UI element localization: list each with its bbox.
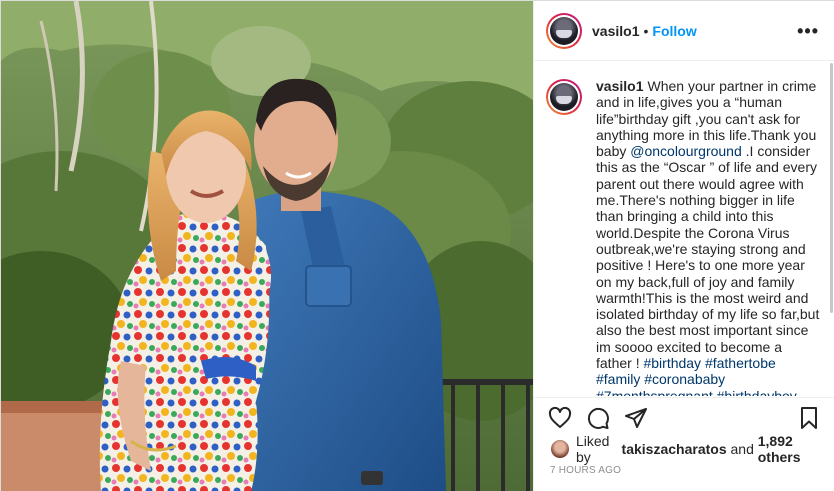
separator-dot: • [643,22,649,39]
avatar-image [550,83,578,111]
post-header: vasilo1 • Follow ••• [534,1,834,61]
comment-icon[interactable] [586,406,610,430]
likes-row: Liked by takiszacharatos and 1,892 other… [550,433,823,465]
caption-body-part2: .I consider this as the “Oscar ” of life… [596,143,820,372]
caption-text: vasilo1 When your partner in crime and in… [596,78,821,396]
author-avatar[interactable] [546,12,582,49]
more-horizontal-icon[interactable]: ••• [797,22,819,40]
mention-link[interactable]: @oncolourground [630,143,742,159]
caption-scrollbar[interactable] [830,63,833,313]
caption-username[interactable]: vasilo1 [596,78,643,94]
post-timestamp[interactable]: 7 HOURS AGO [550,465,621,476]
likes-count[interactable]: 1,892 others [758,433,823,465]
post-sidebar: vasilo1 • Follow ••• vasilo1 When your pa… [533,1,834,491]
likes-middle: and [730,441,754,457]
liker-username[interactable]: takiszacharatos [622,441,727,457]
liker-avatar[interactable] [550,439,570,459]
couple-photo-illustration [1,1,533,491]
avatar-image [550,16,578,45]
follow-button[interactable]: Follow [652,23,696,39]
paper-plane-icon[interactable] [624,406,648,430]
caption-avatar[interactable] [546,79,582,115]
caption-section: vasilo1 When your partner in crime and in… [534,62,834,396]
likes-prefix: Liked by [576,433,610,465]
heart-icon[interactable] [548,406,572,430]
action-bar [534,397,834,437]
instagram-post: vasilo1 • Follow ••• vasilo1 When your pa… [0,0,834,491]
caption-comment: vasilo1 When your partner in crime and in… [546,78,821,396]
post-photo[interactable] [1,1,533,491]
bookmark-icon[interactable] [797,406,821,430]
author-username[interactable]: vasilo1 [592,23,639,39]
